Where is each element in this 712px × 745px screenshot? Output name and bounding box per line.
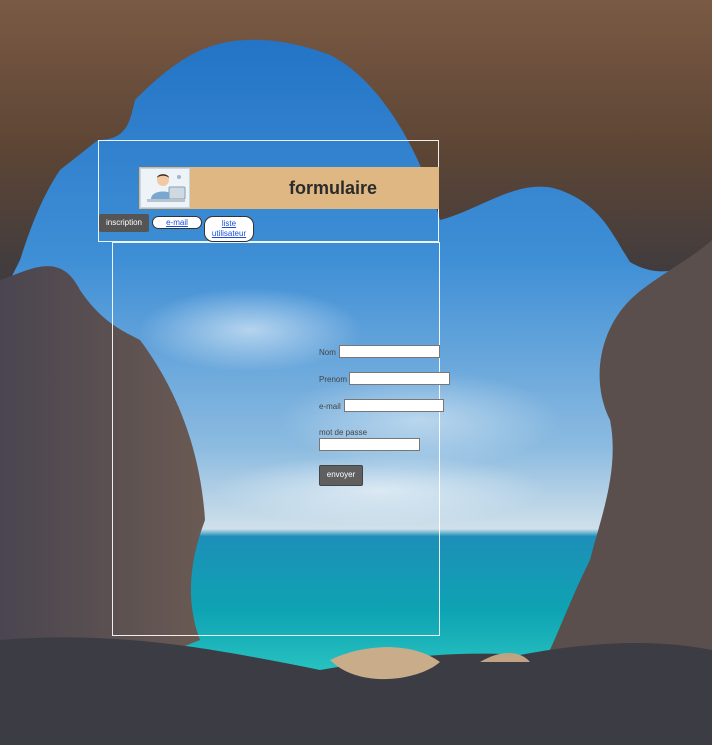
tab-liste-line2: utilisateur (211, 229, 247, 238)
submit-button[interactable]: envoyer (319, 465, 363, 486)
user-at-computer-icon (141, 169, 189, 207)
tab-liste-utilisateur[interactable]: liste utilisateur (204, 216, 254, 242)
nom-label: Nom (319, 348, 336, 357)
page-title: formulaire (289, 178, 378, 198)
password-label: mot de passe (319, 428, 368, 437)
nom-field[interactable] (339, 345, 440, 358)
header-banner: formulaire (139, 167, 439, 209)
email-label: e-mail (319, 402, 341, 411)
password-field[interactable] (319, 438, 420, 451)
tab-email[interactable]: e-mail (152, 216, 202, 229)
prenom-label: Prenom (319, 375, 348, 384)
logo-image (140, 168, 190, 208)
prenom-field[interactable] (349, 372, 450, 385)
email-field[interactable] (344, 399, 444, 412)
tab-inscription[interactable]: inscription (99, 214, 149, 232)
tab-liste-line1: liste (221, 219, 237, 228)
